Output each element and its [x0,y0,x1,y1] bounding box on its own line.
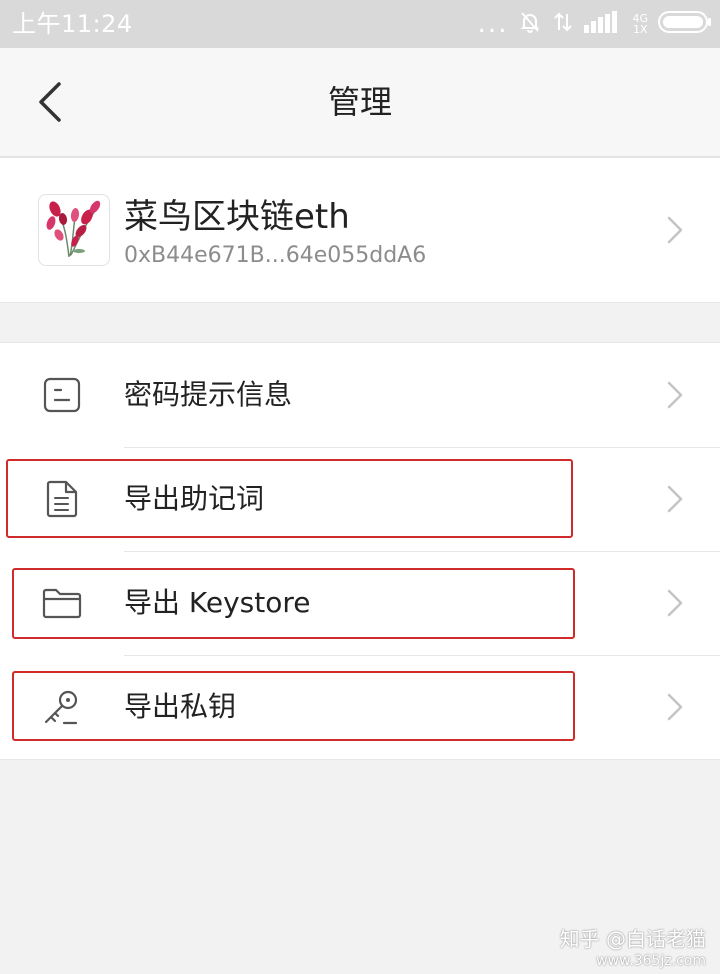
settings-menu: 密码提示信息 导出助记词 导出 Keystore 导出私钥 [0,342,720,760]
data-transfer-icon [552,10,574,38]
menu-item-label: 密码提示信息 [124,378,293,411]
signal-icon [584,11,622,37]
watermark: 知乎 @白话老猫 www.365jz.com [516,926,706,970]
wallet-name: 菜鸟区块链eth [124,197,350,237]
watermark-site: www.365jz.com [596,953,706,969]
page-title: 管理 [327,83,392,121]
status-bar: 上午11:24 ... 4G 1X [0,0,720,48]
menu-item-export-mnemonic[interactable]: 导出助记词 [0,447,720,551]
chevron-right-icon [667,693,683,721]
menu-item-export-keystore[interactable]: 导出 Keystore [0,551,720,655]
wallet-address: 0xB44e671B...64e055ddA6 [124,243,427,268]
more-dots: ... [477,9,509,39]
nav-header: 管理 [0,48,720,158]
note-icon [40,375,84,415]
watermark-author: 知乎 @白话老猫 [559,927,706,951]
wallet-avatar [38,194,110,266]
network-type: 4G 1X [632,13,648,35]
bell-muted-icon [518,10,542,38]
battery-icon [658,10,712,38]
menu-item-label: 导出 Keystore [124,586,311,619]
folder-icon [40,583,84,623]
status-icons: ... 4G 1X [478,10,712,38]
floral-avatar-icon [46,200,101,258]
menu-item-export-private-key[interactable]: 导出私钥 [0,655,720,759]
document-icon [40,479,84,519]
key-icon [40,687,84,727]
menu-item-label: 导出私钥 [124,690,237,723]
chevron-right-icon [667,485,683,513]
chevron-right-icon [667,381,683,409]
chevron-right-icon [667,216,683,244]
chevron-right-icon [667,589,683,617]
wallet-card[interactable]: 菜鸟区块链eth 0xB44e671B...64e055ddA6 [0,158,720,303]
menu-item-label: 导出助记词 [124,482,265,515]
status-time: 上午11:24 [12,10,133,38]
menu-item-password-hint[interactable]: 密码提示信息 [0,343,720,447]
network-type-bottom: 1X [632,23,648,36]
